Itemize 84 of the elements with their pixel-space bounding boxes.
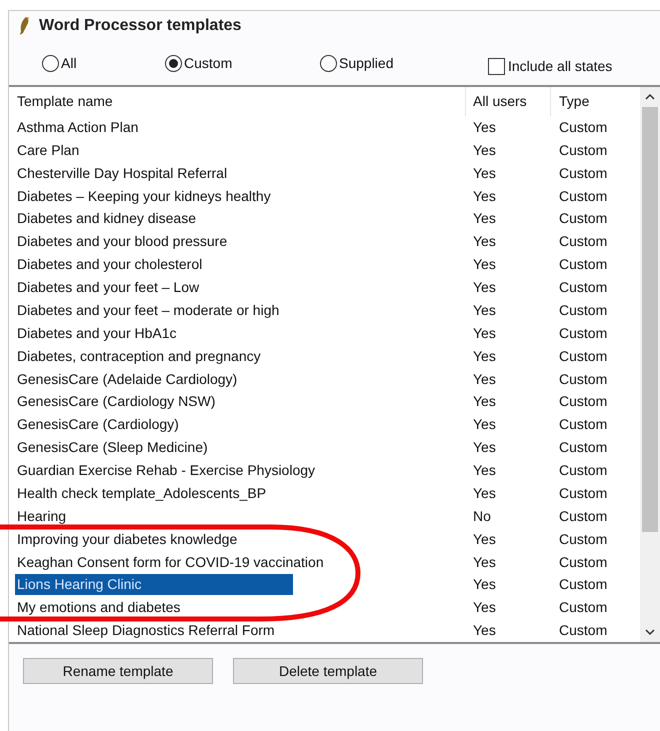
table-cell-text: Custom bbox=[558, 461, 608, 480]
table-cell-text: Yes bbox=[472, 461, 497, 480]
table-cell-text: Yes bbox=[472, 232, 497, 252]
column-header[interactable]: Template name bbox=[9, 87, 466, 116]
table-cell-text: Yes bbox=[472, 438, 497, 458]
table-cell-text: Yes bbox=[472, 164, 497, 183]
template-name[interactable]: National Sleep Diagnostics Referral Form bbox=[15, 620, 277, 642]
table-cell-text: Custom bbox=[558, 438, 608, 458]
table-cell-text: Yes bbox=[472, 575, 497, 594]
template-name[interactable]: Diabetes, contraception and pregnancy bbox=[15, 346, 263, 367]
template-name[interactable]: Diabetes and kidney disease bbox=[15, 208, 198, 230]
window-title: Word Processor templates bbox=[39, 16, 242, 36]
action-button[interactable]: Rename template bbox=[23, 658, 213, 684]
scroll-up-icon bbox=[645, 93, 655, 101]
table-cell-text: Yes bbox=[472, 186, 497, 206]
template-name[interactable]: Improving your diabetes knowledge bbox=[15, 528, 240, 550]
table-cell-text: Custom bbox=[558, 255, 608, 274]
radio-option[interactable]: Custom bbox=[165, 52, 320, 74]
table-cell-text: Custom bbox=[558, 346, 608, 366]
table-cell-text: Custom bbox=[558, 575, 608, 594]
table-cell-text: Custom bbox=[558, 621, 608, 640]
table-cell-text: Yes bbox=[472, 140, 497, 160]
template-name[interactable]: Guardian Exercise Rehab - Exercise Physiology bbox=[15, 460, 318, 482]
table-cell-text: Yes bbox=[472, 552, 497, 572]
table-cell-text: Custom bbox=[558, 324, 608, 343]
table-cell-text: Custom bbox=[558, 392, 608, 412]
table-cell-text: Yes bbox=[472, 392, 497, 412]
template-name[interactable]: GenesisCare (Sleep Medicine) bbox=[15, 437, 210, 458]
include-states-checkbox[interactable]: Include all states bbox=[488, 56, 612, 76]
scroll-down-icon bbox=[645, 628, 655, 636]
action-button[interactable]: Delete template bbox=[233, 658, 423, 684]
table-cell-text: Custom bbox=[558, 209, 608, 228]
table-cell-text: Yes bbox=[472, 209, 497, 228]
template-name[interactable]: Health check template_Adolescents_BP bbox=[15, 482, 268, 504]
table-cell-text: Yes bbox=[472, 484, 497, 503]
table-cell-text: Yes bbox=[472, 621, 497, 640]
table-cell-text: Custom bbox=[558, 370, 608, 389]
table-cell-text: Yes bbox=[472, 370, 497, 389]
table-cell-text: Yes bbox=[472, 346, 497, 366]
template-name[interactable]: GenesisCare (Adelaide Cardiology) bbox=[15, 368, 240, 390]
table-cell-text: Custom bbox=[558, 186, 608, 206]
table-cell-text: Yes bbox=[472, 598, 497, 618]
template-name[interactable]: Diabetes and your cholesterol bbox=[15, 254, 204, 276]
table-cell-text: Custom bbox=[558, 484, 608, 503]
table-cell-text: Yes bbox=[472, 324, 497, 343]
table-cell-text: Custom bbox=[558, 164, 608, 183]
table-cell-text: Custom bbox=[558, 278, 608, 298]
table-cell-text: Custom bbox=[558, 232, 608, 252]
template-name[interactable]: Diabetes and your feet – moderate or high bbox=[15, 300, 282, 321]
table-cell-text: Yes bbox=[472, 255, 497, 274]
scrollbar[interactable] bbox=[640, 87, 660, 642]
template-name[interactable]: Diabetes and your feet – Low bbox=[15, 277, 202, 298]
template-name[interactable]: Care Plan bbox=[15, 140, 82, 161]
table-cell-text: Custom bbox=[558, 530, 608, 549]
template-name[interactable]: Diabetes and your blood pressure bbox=[15, 231, 230, 252]
template-name[interactable]: Diabetes – Keeping your kidneys healthy bbox=[15, 186, 273, 207]
table-cell-text: Custom bbox=[558, 300, 608, 320]
template-name[interactable]: Keaghan Consent form for COVID-19 vaccination bbox=[15, 552, 326, 573]
table-cell-text: Custom bbox=[558, 598, 608, 618]
table-cell-text: Yes bbox=[472, 530, 497, 549]
template-name[interactable]: GenesisCare (Cardiology) bbox=[15, 414, 181, 436]
table-cell-text: Custom bbox=[558, 506, 608, 526]
template-name[interactable]: Diabetes and your HbA1c bbox=[15, 322, 179, 344]
template-name[interactable]: Asthma Action Plan bbox=[15, 116, 140, 138]
table-cell-text: Custom bbox=[558, 552, 608, 572]
table-cell-text: Custom bbox=[558, 415, 608, 434]
radio-option[interactable]: Supplied bbox=[320, 52, 475, 74]
scrollbar-thumb[interactable] bbox=[642, 107, 658, 532]
table-cell-text: Yes bbox=[472, 300, 497, 320]
column-header[interactable]: Type bbox=[551, 87, 640, 116]
table-cell-text: Custom bbox=[558, 118, 608, 137]
bird-icon bbox=[17, 16, 31, 36]
template-name[interactable]: GenesisCare (Cardiology NSW) bbox=[15, 391, 218, 412]
template-name[interactable]: Lions Hearing Clinic bbox=[15, 574, 293, 596]
template-name[interactable]: My emotions and diabetes bbox=[15, 597, 182, 618]
template-name[interactable]: Chesterville Day Hospital Referral bbox=[15, 162, 230, 184]
table-cell-text: Yes bbox=[472, 118, 497, 137]
radio-option[interactable]: All bbox=[42, 52, 165, 74]
table-cell-text: Yes bbox=[472, 415, 497, 434]
table-cell-text: Yes bbox=[472, 278, 497, 298]
column-header[interactable]: All users bbox=[466, 87, 551, 116]
table-cell-text: Custom bbox=[558, 140, 608, 160]
template-name[interactable]: Hearing bbox=[15, 506, 68, 527]
table-cell-text: No bbox=[472, 506, 492, 526]
